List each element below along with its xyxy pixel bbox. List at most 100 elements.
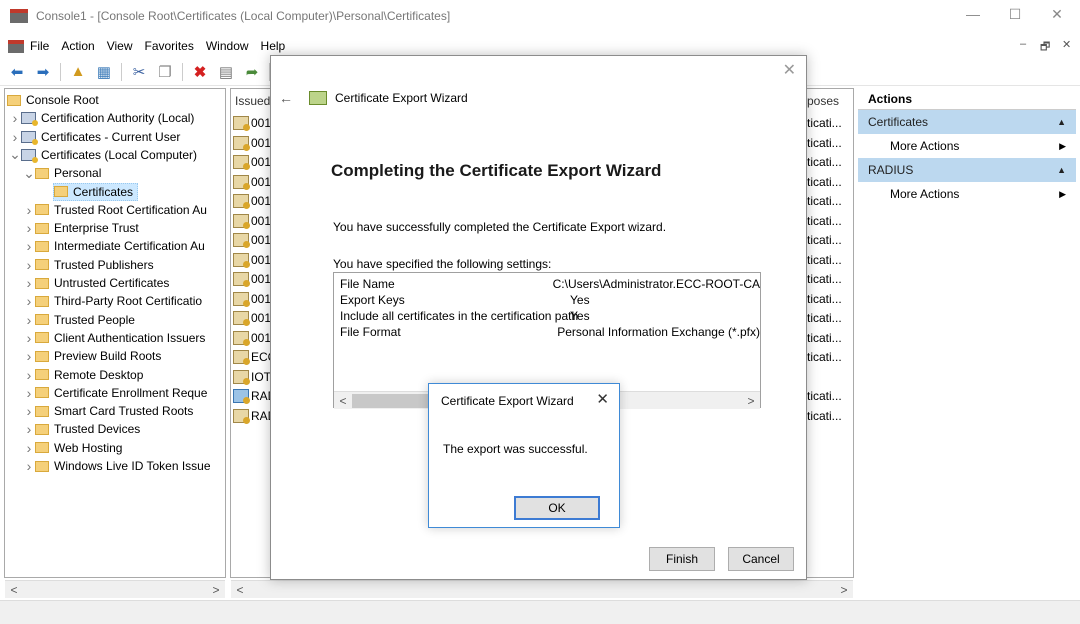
- certificate-icon: [233, 252, 250, 268]
- maximize-button[interactable]: ☐: [1000, 6, 1030, 23]
- list-horizontal-scrollbar[interactable]: < >: [231, 580, 853, 598]
- menu-favorites[interactable]: Favorites: [145, 39, 194, 53]
- tree-item[interactable]: › Third-Party Root Certificatio: [23, 292, 202, 310]
- menu-window[interactable]: Window: [206, 39, 249, 53]
- cancel-button[interactable]: Cancel: [728, 547, 794, 571]
- close-window-button[interactable]: ✕: [1042, 6, 1072, 23]
- certificate-icon: [233, 174, 250, 190]
- tree-item[interactable]: › Certificates - Current User: [9, 128, 180, 146]
- intended-purpose-cell: ticati...: [807, 350, 842, 364]
- expand-chevron-right-icon[interactable]: ›: [23, 440, 35, 456]
- expand-chevron-right-icon[interactable]: ›: [9, 110, 21, 126]
- scroll-left-icon[interactable]: <: [231, 583, 249, 597]
- tree-item[interactable]: › Trusted People: [23, 311, 135, 329]
- scroll-right-icon[interactable]: >: [207, 583, 225, 597]
- delete-icon[interactable]: ✖: [191, 63, 209, 81]
- tree-item[interactable]: ⌄ Personal: [23, 164, 101, 182]
- tree-item[interactable]: › Remote Desktop: [23, 366, 144, 384]
- tree-item[interactable]: › Untrusted Certificates: [23, 274, 170, 292]
- actions-section-certificates[interactable]: Certificates ▲: [858, 110, 1076, 134]
- tree-item[interactable]: › Certificate Enrollment Reque: [23, 384, 208, 402]
- folder-icon: [35, 222, 49, 234]
- menu-view[interactable]: View: [107, 39, 133, 53]
- scroll-right-icon[interactable]: >: [835, 583, 853, 597]
- back-arrow-icon[interactable]: ⬅: [8, 63, 26, 81]
- certificate-icon: [233, 233, 250, 248]
- forward-arrow-icon[interactable]: ➡: [34, 63, 52, 81]
- tree-item[interactable]: › Preview Build Roots: [23, 347, 162, 365]
- tree-item[interactable]: Certificates: [53, 182, 139, 201]
- expand-chevron-right-icon[interactable]: ›: [23, 257, 35, 273]
- mdi-minimize-button[interactable]: –: [1020, 38, 1026, 50]
- table-row[interactable]: IOT-: [233, 367, 274, 387]
- setting-value: Yes: [570, 309, 590, 323]
- tree-item[interactable]: › Trusted Publishers: [23, 256, 154, 274]
- scroll-thumb[interactable]: [352, 393, 432, 408]
- more-actions-certificates[interactable]: More Actions ▶: [858, 134, 1076, 158]
- close-icon[interactable]: ✕: [783, 60, 796, 80]
- expand-chevron-right-icon[interactable]: ›: [23, 202, 35, 218]
- intended-purpose-cell: ticati...: [807, 311, 842, 325]
- expand-chevron-right-icon[interactable]: ›: [23, 220, 35, 236]
- collapse-icon[interactable]: ▲: [1057, 117, 1066, 127]
- folder-icon: [35, 259, 49, 271]
- export-list-icon[interactable]: ➦: [243, 63, 261, 81]
- tree-horizontal-scrollbar[interactable]: < >: [5, 580, 225, 598]
- expand-chevron-right-icon[interactable]: ›: [23, 312, 35, 328]
- expand-chevron-down-icon[interactable]: ⌄: [23, 165, 35, 182]
- more-actions-radius[interactable]: More Actions ▶: [858, 182, 1076, 206]
- tree-item[interactable]: › Smart Card Trusted Roots: [23, 402, 194, 420]
- tree-item[interactable]: › Intermediate Certification Au: [23, 237, 205, 255]
- tree-item[interactable]: › Enterprise Trust: [23, 219, 139, 237]
- menu-action[interactable]: Action: [61, 39, 94, 53]
- intended-purpose-cell: ticati...: [807, 135, 842, 150]
- tree-item[interactable]: › Certification Authority (Local): [9, 109, 194, 127]
- console-menu-icon[interactable]: [8, 39, 24, 53]
- scroll-right-icon[interactable]: >: [742, 394, 760, 408]
- tree-item[interactable]: › Trusted Root Certification Au: [23, 201, 207, 219]
- tree-item[interactable]: › Windows Live ID Token Issue: [23, 457, 211, 475]
- message-text: The export was successful.: [443, 442, 588, 456]
- cut-icon[interactable]: ✂: [130, 63, 148, 81]
- expand-chevron-down-icon[interactable]: ⌄: [9, 146, 21, 163]
- expand-chevron-right-icon[interactable]: ›: [23, 275, 35, 291]
- tree-item[interactable]: › Trusted Devices: [23, 420, 141, 438]
- expand-chevron-right-icon[interactable]: ›: [23, 421, 35, 437]
- certificate-icon: [233, 194, 250, 209]
- tree-item[interactable]: Console Root: [7, 91, 99, 109]
- expand-chevron-right-icon[interactable]: ›: [23, 238, 35, 254]
- tree-item-label: Certificates: [73, 184, 134, 199]
- ok-button[interactable]: OK: [514, 496, 600, 520]
- tree-item-label: Personal: [54, 166, 102, 181]
- tree-item[interactable]: ⌄ Certificates (Local Computer): [9, 146, 197, 164]
- back-arrow-icon[interactable]: ←: [279, 90, 293, 106]
- expand-chevron-right-icon[interactable]: ›: [23, 403, 35, 419]
- actions-section-radius[interactable]: RADIUS ▲: [858, 158, 1076, 182]
- tree-item[interactable]: › Web Hosting: [23, 439, 123, 457]
- show-hide-tree-icon[interactable]: ▦: [95, 63, 113, 81]
- scroll-left-icon[interactable]: <: [5, 583, 23, 597]
- expand-chevron-right-icon[interactable]: ›: [23, 458, 35, 474]
- expand-chevron-right-icon[interactable]: ›: [23, 367, 35, 383]
- close-icon[interactable]: ✕: [596, 390, 609, 408]
- menu-file[interactable]: File: [30, 39, 49, 53]
- tree-item-label: Third-Party Root Certificatio: [54, 294, 203, 309]
- folder-icon: [35, 204, 49, 216]
- expand-chevron-right-icon[interactable]: ›: [23, 385, 35, 401]
- copy-icon[interactable]: ❐: [156, 63, 174, 81]
- up-folder-icon[interactable]: ▲: [69, 63, 87, 81]
- finish-button[interactable]: Finish: [649, 547, 715, 571]
- collapse-icon[interactable]: ▲: [1057, 165, 1066, 175]
- properties-icon[interactable]: ▤: [217, 63, 235, 81]
- expand-chevron-right-icon[interactable]: ›: [23, 330, 35, 346]
- menu-help[interactable]: Help: [261, 39, 286, 53]
- mdi-close-button[interactable]: ✕: [1062, 38, 1071, 51]
- mdi-restore-button[interactable]: 🗗: [1040, 38, 1050, 57]
- column-header-intended-purposes[interactable]: poses: [803, 89, 839, 113]
- expand-chevron-right-icon[interactable]: ›: [23, 348, 35, 364]
- scroll-left-icon[interactable]: <: [334, 394, 352, 408]
- expand-chevron-right-icon[interactable]: ›: [23, 293, 35, 309]
- expand-chevron-right-icon[interactable]: ›: [9, 129, 21, 145]
- minimize-button[interactable]: —: [958, 6, 988, 22]
- tree-item[interactable]: › Client Authentication Issuers: [23, 329, 206, 347]
